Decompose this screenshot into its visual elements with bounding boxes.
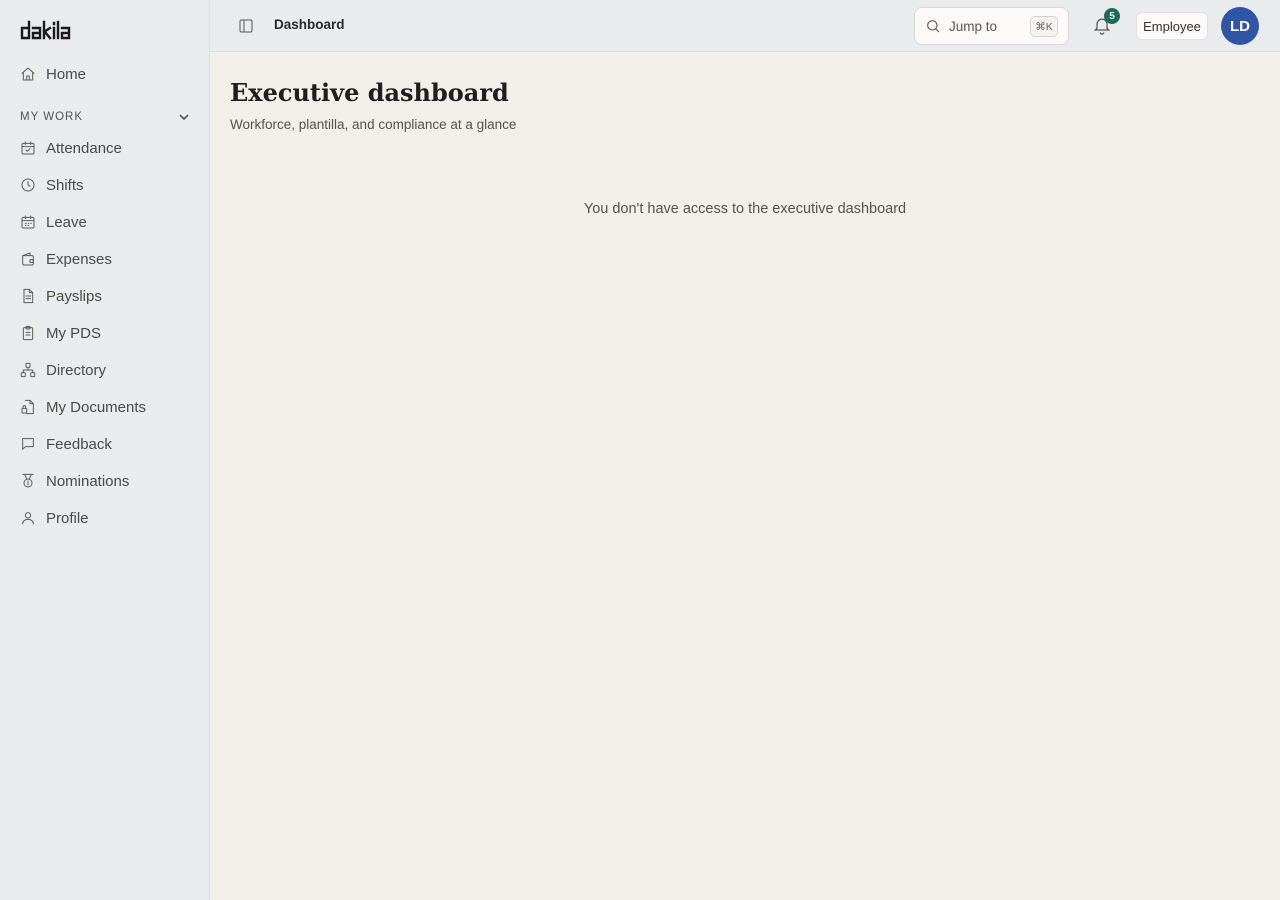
sidebar: Home MY WORK Attendance Shifts Leave Exp… <box>0 0 210 900</box>
user-icon <box>20 510 36 526</box>
sidebar-item-profile[interactable]: Profile <box>12 503 198 533</box>
sidebar-item-label: Directory <box>46 361 107 379</box>
sidebar-item-leave[interactable]: Leave <box>12 207 198 237</box>
sidebar-item-directory[interactable]: Directory <box>12 355 198 385</box>
document-lock-icon <box>20 399 36 415</box>
clipboard-icon <box>20 325 36 341</box>
home-icon <box>20 66 36 82</box>
top-bar: Dashboard Jump to ⌘K 5 Employee LD <box>210 0 1280 52</box>
avatar[interactable]: LD <box>1221 7 1259 45</box>
sidebar-toggle-button[interactable] <box>236 16 256 36</box>
calendar-check-icon <box>20 140 36 156</box>
sidebar-item-label: Feedback <box>46 435 112 453</box>
sidebar-item-home[interactable]: Home <box>12 59 198 89</box>
page-title: Executive dashboard <box>230 78 509 107</box>
sidebar-item-shifts[interactable]: Shifts <box>12 170 198 200</box>
brand-logo[interactable] <box>20 18 76 42</box>
sidebar-item-feedback[interactable]: Feedback <box>12 429 198 459</box>
search-icon <box>927 20 940 33</box>
sidebar-item-label: Profile <box>46 509 89 527</box>
keyboard-shortcut-hint: ⌘K <box>1030 16 1058 37</box>
my-work-section-toggle[interactable]: MY WORK <box>20 108 190 126</box>
role-switcher[interactable]: Employee <box>1136 12 1208 40</box>
sidebar-item-label: Home <box>46 65 87 83</box>
sidebar-item-my-documents[interactable]: My Documents <box>12 392 198 422</box>
sidebar-item-nominations[interactable]: Nominations <box>12 466 198 496</box>
notification-count-badge: 5 <box>1104 8 1120 24</box>
jump-to-search[interactable]: Jump to ⌘K <box>914 7 1069 45</box>
section-label: MY WORK <box>20 111 84 123</box>
message-square-icon <box>20 436 36 452</box>
sidebar-item-label: Leave <box>46 213 87 231</box>
chevron-down-icon <box>179 114 189 121</box>
sidebar-item-label: Attendance <box>46 139 122 157</box>
sidebar-item-attendance[interactable]: Attendance <box>12 133 198 163</box>
file-text-icon <box>20 288 36 304</box>
sidebar-item-label: My Documents <box>46 398 147 416</box>
sidebar-item-label: Expenses <box>46 250 112 268</box>
sidebar-item-label: Shifts <box>46 176 84 194</box>
sidebar-item-label: Payslips <box>46 287 102 305</box>
org-chart-icon <box>20 362 36 378</box>
wallet-icon <box>20 251 36 267</box>
medal-icon <box>20 473 36 489</box>
sidebar-item-label: My PDS <box>46 324 102 342</box>
dakila-logo-mark <box>20 20 71 40</box>
clock-icon <box>20 177 36 193</box>
sidebar-item-my-pds[interactable]: My PDS <box>12 318 198 348</box>
panel-left-icon <box>239 19 253 33</box>
sidebar-item-expenses[interactable]: Expenses <box>12 244 198 274</box>
sidebar-item-label: Nominations <box>46 472 130 490</box>
sidebar-item-payslips[interactable]: Payslips <box>12 281 198 311</box>
breadcrumb: Dashboard <box>274 17 345 32</box>
jump-to-label: Jump to <box>949 18 998 34</box>
access-denied-message: You don't have access to the executive d… <box>583 201 907 217</box>
calendar-icon <box>20 214 36 230</box>
page-subtitle: Workforce, plantilla, and compliance at … <box>230 117 517 132</box>
